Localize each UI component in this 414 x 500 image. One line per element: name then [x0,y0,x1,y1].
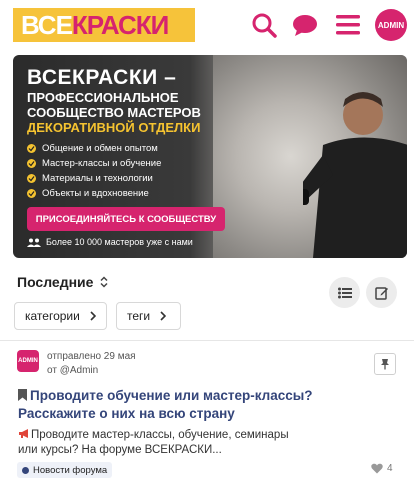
tags-label: теги [127,309,151,323]
banner-person-image [303,92,407,258]
feature-item: Общение и обмен опытом [27,141,161,156]
topic-title[interactable]: Проводите обучение или мастер-классы? Ра… [18,387,318,422]
menu-icon[interactable] [333,10,363,40]
feature-label: Материалы и технологии [42,173,153,184]
category-color-dot [22,466,29,474]
check-icon [27,174,36,183]
topic-excerpt-text: Проводите мастер-классы, обучение, семин… [18,429,289,456]
divider [0,340,414,341]
check-icon [27,159,36,168]
logo-text-white: ВСЕ [21,9,73,40]
chat-icon[interactable] [290,10,320,40]
pin-button[interactable] [374,353,396,375]
feature-item: Объекты и вдохновение [27,186,161,201]
search-icon[interactable] [249,10,279,40]
logo-text-pink: КРАСКИ [71,9,169,40]
feature-label: Объекты и вдохновение [42,188,149,199]
new-topic-button[interactable] [366,277,397,308]
banner-subtitle-line1: ПРОФЕССИОНАЛЬНОЕ [27,90,179,105]
banner-feature-list: Общение и обмен опытом Мастер-классы и о… [27,141,161,201]
category-label: Новости форума [33,464,108,476]
new-topic-icon [374,286,389,300]
chevron-right-icon [160,311,167,321]
sort-label: Последние [17,274,94,290]
tags-dropdown[interactable]: теги [116,302,181,330]
feature-label: Общение и обмен опытом [42,143,158,154]
posted-author[interactable]: от @Admin [47,364,136,378]
promo-banner[interactable]: ВСЕКРАСКИ – ПРОФЕССИОНАЛЬНОЕ СООБЩЕСТВО … [13,55,407,258]
topic-title-text: Проводите обучение или мастер-классы? Ра… [18,388,313,421]
user-avatar[interactable]: ADMIN [375,9,407,41]
topic-excerpt: Проводите мастер-классы, обучение, семин… [18,428,298,457]
check-icon [27,144,36,153]
site-logo[interactable]: ВСЕ КРАСКИ [13,8,195,42]
members-count: Более 10 000 мастеров уже с нами [27,237,193,247]
heart-icon [371,463,383,474]
categories-dropdown[interactable]: категории [14,302,107,330]
list-view-button[interactable] [329,277,360,308]
posted-date: отправлено 29 мая [47,351,136,362]
check-icon [27,189,36,198]
banner-subtitle: ПРОФЕССИОНАЛЬНОЕ СООБЩЕСТВО МАСТЕРОВ ДЕК… [27,90,201,135]
feature-item: Материалы и технологии [27,171,161,186]
list-view-icon [337,287,352,299]
banner-title: ВСЕКРАСКИ – [27,66,177,89]
categories-label: категории [25,309,80,323]
topic-author-avatar[interactable]: ADMIN [17,350,39,372]
feature-item: Мастер-классы и обучение [27,156,161,171]
members-text: Более 10 000 мастеров уже с нами [46,237,193,247]
bookmark-icon [18,388,27,405]
megaphone-icon [18,428,31,443]
topic-meta: отправлено 29 мая от @Admin [47,350,136,378]
sort-toggle-icon [100,276,108,288]
chevron-right-icon [90,311,96,321]
feature-label: Мастер-классы и обучение [42,158,162,169]
site-header: ВСЕ КРАСКИ ADMIN [0,0,414,50]
like-count: 4 [387,463,393,474]
pin-icon [379,358,391,370]
banner-subtitle-line3: ДЕКОРАТИВНОЙ ОТДЕЛКИ [27,120,201,135]
sort-dropdown[interactable]: Последние [17,274,108,290]
category-badge[interactable]: Новости форума [17,462,113,478]
join-community-button[interactable]: ПРИСОЕДИНЯЙТЕСЬ К СООБЩЕСТВУ [27,207,225,231]
banner-subtitle-line2: СООБЩЕСТВО МАСТЕРОВ [27,105,201,120]
members-icon [27,238,41,247]
like-counter[interactable]: 4 [371,463,393,474]
